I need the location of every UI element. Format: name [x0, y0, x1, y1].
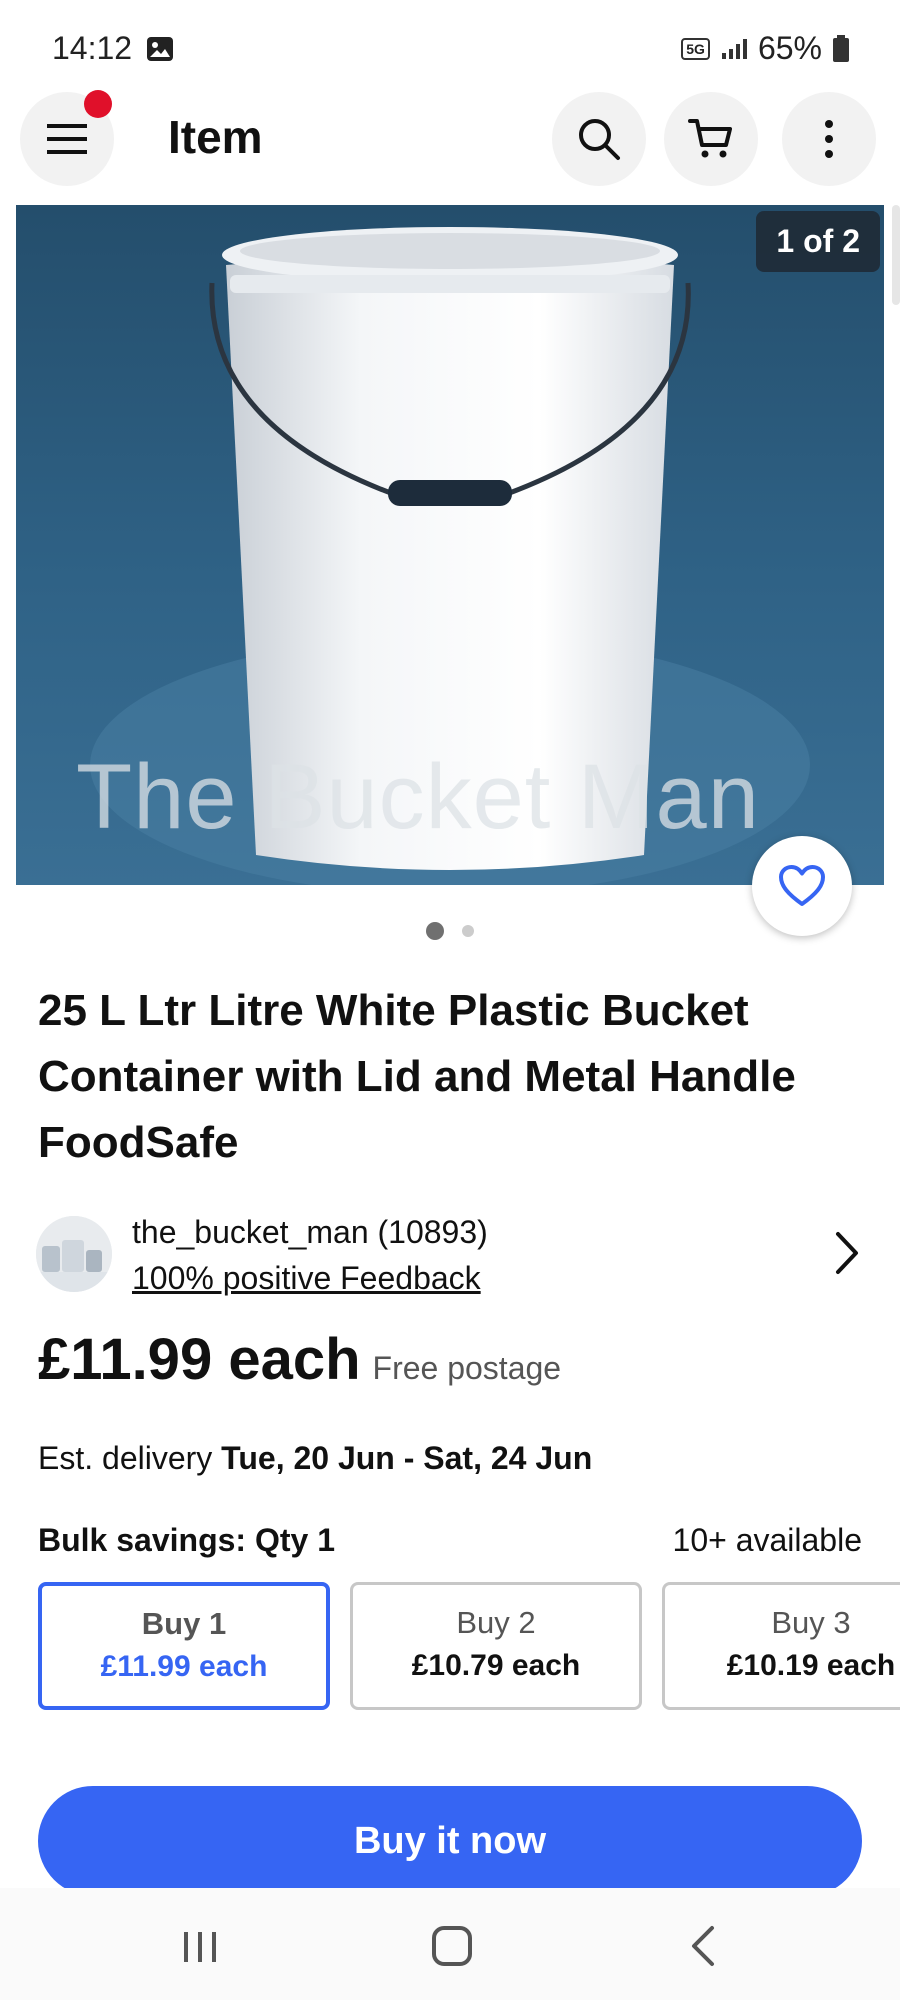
- image-counter: 1 of 2: [756, 211, 880, 272]
- bulk-option-qty: Buy 3: [771, 1605, 851, 1640]
- more-vert-icon: [825, 120, 833, 158]
- status-time: 14:12: [52, 30, 133, 66]
- bulk-option-price: £10.79 each: [411, 1649, 581, 1682]
- menu-icon: [47, 124, 87, 154]
- scrollbar[interactable]: [892, 205, 900, 305]
- battery-percentage: 65%: [757, 30, 822, 66]
- back-icon[interactable]: [674, 1916, 734, 1976]
- heart-icon: [779, 865, 825, 906]
- seller-avatar-image: [36, 1216, 112, 1292]
- bulk-option-qty: Buy 1: [141, 1606, 227, 1641]
- estimated-delivery: Est. delivery Tue, 20 Jun - Sat, 24 Jun: [38, 1440, 592, 1477]
- bulk-savings-label: Bulk savings: Qty 1: [38, 1522, 335, 1558]
- search-button[interactable]: [552, 92, 646, 186]
- signal-icon: [721, 38, 747, 59]
- carousel-dot-1[interactable]: [426, 922, 444, 940]
- seller-name[interactable]: the_bucket_man (10893): [132, 1214, 488, 1251]
- page-title: Item: [168, 111, 263, 163]
- seller-feedback-link[interactable]: 100% positive Feedback: [132, 1260, 481, 1297]
- recent-apps-icon[interactable]: [170, 1916, 230, 1976]
- seller-info[interactable]: the_bucket_man (10893) 100% positive Fee…: [36, 1208, 866, 1298]
- seller-avatar: [36, 1216, 112, 1292]
- chevron-right-icon[interactable]: [826, 1228, 866, 1278]
- postage-info: Free postage: [372, 1350, 562, 1386]
- bulk-option-price: £10.19 each: [726, 1649, 896, 1682]
- status-bar: 14:12 5G 65%: [0, 0, 900, 100]
- image-carousel[interactable]: 1 of 2 The Bucket Man: [16, 205, 884, 885]
- watch-button[interactable]: [752, 836, 852, 936]
- battery-icon: [833, 34, 849, 62]
- cart-icon: [688, 119, 732, 158]
- more-options-button[interactable]: [782, 92, 876, 186]
- carousel-dot-2[interactable]: [462, 925, 474, 937]
- item-title: 25 L Ltr Litre White Plastic Bucket Cont…: [38, 986, 796, 1167]
- bulk-option-price: £11.99 each: [100, 1650, 268, 1683]
- delivery-label: Est. delivery: [38, 1440, 213, 1476]
- price-row: £11.99 each Free postage: [38, 1326, 561, 1393]
- availability: 10+ available: [672, 1522, 862, 1558]
- image-watermark: The Bucket Man: [76, 746, 760, 848]
- cart-button[interactable]: [664, 92, 758, 186]
- bulk-option-qty: Buy 2: [456, 1605, 536, 1640]
- carousel-indicator: [0, 922, 900, 940]
- notification-dot: [84, 90, 112, 118]
- bulk-option-buy-1[interactable]: Buy 1 £11.99 each: [38, 1582, 330, 1710]
- bulk-option-buy-3[interactable]: Buy 3 £10.19 each: [662, 1582, 900, 1710]
- search-icon: [579, 119, 620, 160]
- home-icon[interactable]: [422, 1916, 482, 1976]
- status-indicators: 5G 65%: [681, 30, 850, 67]
- system-nav-bar: [0, 1888, 900, 2000]
- app-bar: Item: [0, 90, 900, 188]
- network-type: 5G: [681, 37, 710, 60]
- delivery-dates: Tue, 20 Jun - Sat, 24 Jun: [221, 1440, 593, 1476]
- bulk-option-buy-2[interactable]: Buy 2 £10.79 each: [350, 1582, 642, 1710]
- item-price: £11.99 each: [38, 1327, 361, 1392]
- buy-it-now-button[interactable]: Buy it now: [38, 1786, 862, 1896]
- gallery-notification-icon: [147, 37, 173, 61]
- bulk-options: Buy 1 £11.99 each Buy 2 £10.79 each Buy …: [38, 1582, 900, 1712]
